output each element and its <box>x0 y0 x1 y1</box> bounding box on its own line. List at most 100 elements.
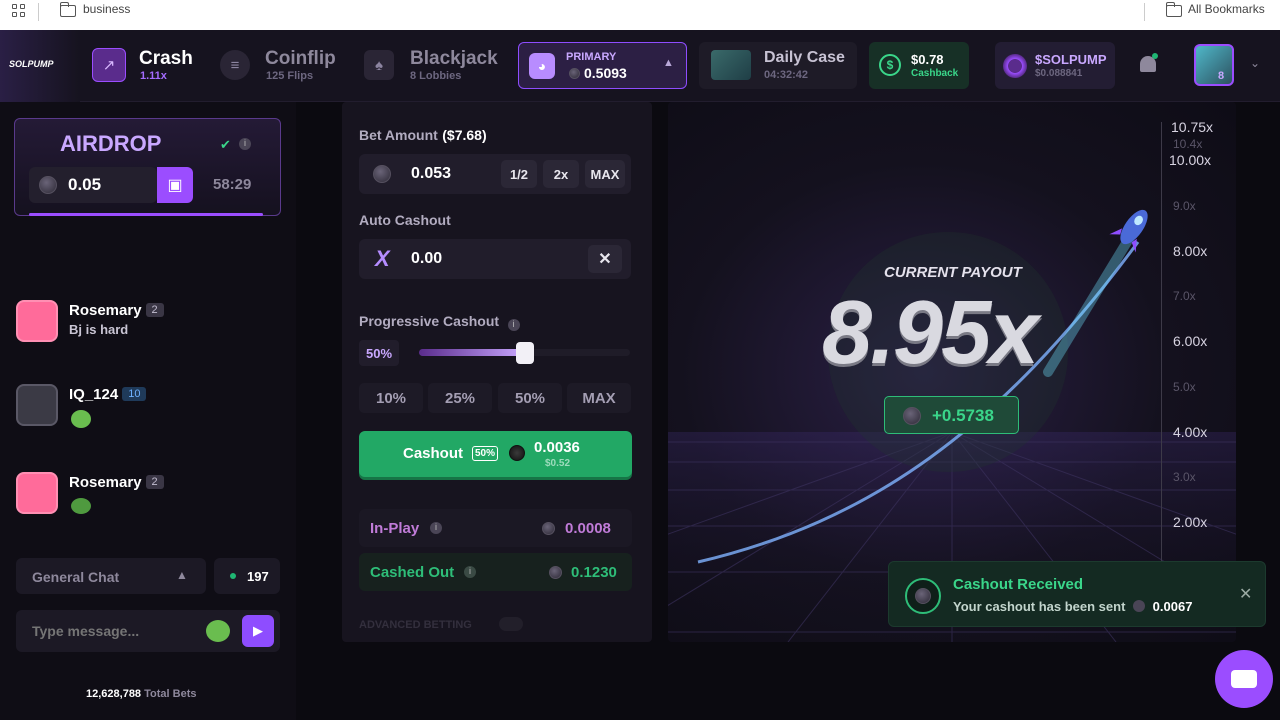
pepe-emoji-icon <box>71 498 91 514</box>
info-icon[interactable]: i <box>507 319 520 331</box>
cashed-out-row: Cashed Out i 0.1230 <box>359 553 632 591</box>
channel-name: General Chat <box>32 569 120 585</box>
y-tick: 6.00x <box>1173 333 1208 349</box>
cashout-usd: $0.52 <box>545 458 571 469</box>
half-button[interactable]: 1/2 <box>501 160 537 188</box>
preset-10-button[interactable]: 10% <box>359 383 423 413</box>
sol-icon <box>373 165 391 183</box>
current-payout-label: CURRENT PAYOUT <box>884 264 1022 281</box>
chat-message: Rosemary 2 Bj is hard <box>16 300 164 342</box>
chat-channel-selector[interactable]: General Chat ▲ <box>16 558 206 594</box>
max-button[interactable]: MAX <box>585 160 625 188</box>
token-button[interactable]: $SOLPUMP $0.088841 <box>995 42 1115 89</box>
cards-icon: ♠ <box>364 50 394 80</box>
nav-blackjack-title[interactable]: Blackjack <box>410 48 498 70</box>
close-icon[interactable]: ✕ <box>588 245 622 273</box>
cashback-label: Cashback <box>911 68 959 79</box>
sol-icon <box>905 578 941 614</box>
total-bets-label: Total Bets <box>144 688 197 700</box>
all-bookmarks[interactable]: All Bookmarks <box>1188 2 1265 16</box>
bet-amount-field: 0.053 1/2 2x MAX <box>359 154 631 194</box>
sol-icon <box>549 566 562 579</box>
pepe-emoji-icon <box>71 410 91 428</box>
avatar[interactable] <box>16 472 58 514</box>
sol-icon <box>569 68 580 79</box>
sidebar: AIRDROP ✔ i 0.05 ▣ 58:29 Rosemary 2 Bj is… <box>0 102 296 720</box>
chat-username[interactable]: IQ_124 <box>69 386 118 403</box>
progressive-slider-thumb[interactable] <box>516 342 534 364</box>
wallet-label: PRIMARY <box>566 51 617 63</box>
cashout-amount: 0.0036 <box>534 439 580 456</box>
close-icon[interactable]: ✕ <box>1239 584 1252 604</box>
auto-cashout-input[interactable]: 0.00 <box>411 250 442 268</box>
apps-grid-icon[interactable] <box>12 4 26 18</box>
send-icon[interactable]: ▶ <box>242 615 274 647</box>
auto-cashout-label: Auto Cashout <box>359 212 451 228</box>
online-count: 197 <box>214 558 280 594</box>
bet-amount-input[interactable]: 0.053 <box>411 165 451 183</box>
daily-case-title: Daily Case <box>764 49 845 66</box>
chevron-up-icon: ▲ <box>176 568 188 582</box>
avatar[interactable]: 8 <box>1194 44 1234 86</box>
cashed-out-value: 0.1230 <box>571 564 617 581</box>
bet-amount-label: Bet Amount <box>359 127 438 143</box>
nav-crash-title[interactable]: Crash <box>139 48 193 70</box>
preset-50-button[interactable]: 50% <box>498 383 562 413</box>
nav-coinflip-title[interactable]: Coinflip <box>265 48 336 70</box>
info-icon[interactable]: i <box>464 566 476 578</box>
y-tick-minor: 3.0x <box>1173 470 1196 484</box>
folder-icon <box>59 2 76 17</box>
y-tick-minor: 9.0x <box>1173 199 1196 213</box>
chat-username[interactable]: Rosemary <box>69 474 142 491</box>
profit-badge: +0.5738 <box>884 396 1019 434</box>
airdrop-timer: 58:29 <box>213 176 252 193</box>
support-chat-button[interactable] <box>1215 650 1273 708</box>
info-icon[interactable]: i <box>239 138 251 150</box>
cashback-button[interactable]: $ $0.78 Cashback <box>869 42 969 89</box>
progressive-value: 50% <box>359 340 399 366</box>
nav-blackjack-sub: 8 Lobbies <box>410 70 462 82</box>
avatar-level-badge: 8 <box>1218 70 1225 82</box>
progressive-slider-track[interactable] <box>419 342 630 364</box>
current-multiplier: 8.95x <box>822 283 1039 383</box>
preset-max-button[interactable]: MAX <box>567 383 631 413</box>
total-bets: 12,628,788 Total Bets <box>86 688 196 700</box>
y-tick: 2.00x <box>1173 514 1208 530</box>
chat-message: IQ_124 10 <box>16 384 147 428</box>
toast-title: Cashout Received <box>953 576 1084 593</box>
airdrop-card: AIRDROP ✔ i 0.05 ▣ 58:29 <box>14 118 281 216</box>
top-nav: SOLPUMP ↗ Crash 1.11x ≡ Coinflip 125 Fli… <box>0 30 1280 102</box>
token-price: $0.088841 <box>1035 68 1083 79</box>
chat-message: Rosemary 2 <box>16 472 164 514</box>
avatar[interactable] <box>16 300 58 342</box>
sol-icon <box>509 445 525 461</box>
y-tick-minor: 5.0x <box>1173 380 1196 394</box>
emoji-icon[interactable] <box>206 620 230 642</box>
chat-input[interactable] <box>16 610 196 652</box>
avatar[interactable] <box>16 384 58 426</box>
toast-text: Your cashout has been sent <box>953 599 1126 614</box>
advanced-betting-toggle[interactable] <box>499 617 523 631</box>
logo-area[interactable]: SOLPUMP <box>0 30 80 102</box>
double-button[interactable]: 2x <box>543 160 579 188</box>
cashback-amount: $0.78 <box>911 52 944 67</box>
airdrop-amount: 0.05 <box>68 175 102 194</box>
cashout-label: Cashout <box>403 445 463 462</box>
bet-amount-usd: ($7.68) <box>442 127 487 143</box>
chat-username[interactable]: Rosemary <box>69 302 142 319</box>
cashout-button[interactable]: Cashout 50% 0.0036 $0.52 <box>359 431 632 477</box>
chevron-down-icon[interactable]: ⌄ <box>1250 56 1260 70</box>
airdrop-progress <box>29 213 263 216</box>
coinflip-icon: ≡ <box>220 50 250 80</box>
y-tick: 4.00x <box>1173 424 1208 440</box>
divider <box>1144 3 1145 21</box>
wallet-selector[interactable]: ◕ PRIMARY 0.5093 ▲ <box>518 42 687 89</box>
preset-25-button[interactable]: 25% <box>428 383 492 413</box>
gift-icon[interactable]: ▣ <box>157 167 193 203</box>
bookmark-business[interactable]: business <box>83 2 130 16</box>
info-icon[interactable]: i <box>430 522 442 534</box>
check-icon: ✔ <box>220 137 231 152</box>
daily-case-button[interactable]: Daily Case 04:32:42 <box>699 42 857 89</box>
daily-case-timer: 04:32:42 <box>764 69 809 81</box>
profit-value: +0.5738 <box>932 406 994 425</box>
